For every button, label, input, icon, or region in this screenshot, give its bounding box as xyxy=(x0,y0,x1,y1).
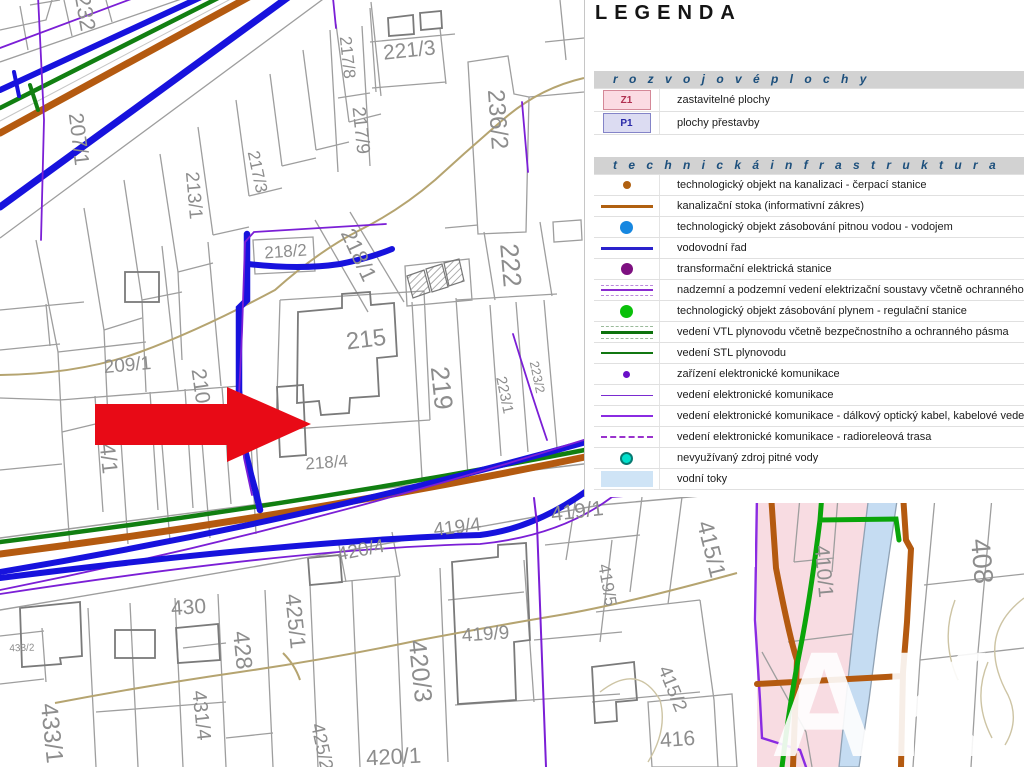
parcel-label: 218/4 xyxy=(305,452,349,474)
parcel-label: 408 xyxy=(965,537,999,585)
zone-p1-swatch: P1 xyxy=(603,113,651,133)
screenshot-root: 232 207/1 213/1 217/3 217/8 221/3 217/9 … xyxy=(0,0,1024,767)
power-line-icon xyxy=(601,285,653,296)
gas-vtl-line-icon xyxy=(601,326,653,339)
parcel-label: 420/1 xyxy=(365,743,421,767)
legend-row: vedení STL plynovodu xyxy=(594,343,1024,364)
telecom-radio-line-icon xyxy=(601,436,653,438)
legend-row-label: zastavitelné plochy xyxy=(660,94,770,106)
legend-row: zařízení elektronické komunikace xyxy=(594,364,1024,385)
parcel-label: 210 xyxy=(187,367,215,405)
legend-row-label: zařízení elektronické komunikace xyxy=(660,368,840,380)
legend-panel: LEGENDA r o z v o j o v é p l o c h y Z1… xyxy=(584,0,1024,497)
parcel-label: 428 xyxy=(228,630,258,671)
telecom-dot-icon xyxy=(623,371,630,378)
legend-row-label: vodovodní řad xyxy=(660,242,747,254)
legend-row-p1: P1 plochy přestavby xyxy=(594,112,1024,135)
legend-row-label: transformační elektrická stanice xyxy=(660,263,832,275)
legend-row-label: kanalizační stoka (informativní zákres) xyxy=(660,200,864,212)
parcel-label: 218/2 xyxy=(264,241,308,263)
gas-station-dot-icon xyxy=(620,305,633,318)
water-main-line-icon xyxy=(601,247,653,250)
legend-row-z1: Z1 zastavitelné plochy xyxy=(594,89,1024,112)
legend-row: technologický objekt zásobování pitnou v… xyxy=(594,217,1024,238)
watermark-text: AK xyxy=(770,620,995,767)
parcel-label: 222 xyxy=(494,242,528,288)
sewer-line-icon xyxy=(601,205,653,208)
legend-row-label: vedení STL plynovodu xyxy=(660,347,786,359)
parcel-label: 433/2 xyxy=(9,643,35,655)
parcel-label: 213/1 xyxy=(181,171,206,220)
legend-row-label: vedení elektronické komunikace xyxy=(660,389,834,401)
transformer-dot-icon xyxy=(621,263,633,275)
legend-row: nadzemní a podzemní vedení elektrizační … xyxy=(594,280,1024,301)
water-reservoir-dot-icon xyxy=(620,221,633,234)
parcel-label: 416 xyxy=(659,727,696,752)
legend-row: technologický objekt na kanalizaci - čer… xyxy=(594,175,1024,196)
legend-row-label: technologický objekt zásobování plynem -… xyxy=(660,305,967,317)
parcel-label: 419/9 xyxy=(461,622,510,646)
legend-row: nevyužívaný zdroj pitné vody xyxy=(594,448,1024,469)
water-area-icon xyxy=(601,471,653,487)
sewer-pump-dot-icon xyxy=(623,181,631,189)
legend-row: vedení elektronické komunikace xyxy=(594,385,1024,406)
legend-row-label: vedení elektronické komunikace - radiore… xyxy=(660,431,931,443)
legend-row: vodovodní řad xyxy=(594,238,1024,259)
parcel-label: 430 xyxy=(170,595,207,620)
legend-row-label: vedení VTL plynovodu včetně bezpečnostní… xyxy=(660,326,1009,338)
unused-water-source-dot-icon xyxy=(620,452,633,465)
parcel-label: 236/2 xyxy=(482,89,513,151)
legend-row-label: technologický objekt na kanalizaci - čer… xyxy=(660,179,926,191)
legend-row: transformační elektrická stanice xyxy=(594,259,1024,280)
legend-section-infrastructure: t e c h n i c k á i n f r a s t r u k t … xyxy=(594,157,1024,174)
parcel-label: 410/1 xyxy=(810,544,837,598)
legend-row-label: vodní toky xyxy=(660,473,727,485)
legend-row-label: nevyužívaný zdroj pitné vody xyxy=(660,452,818,464)
legend-title: LEGENDA xyxy=(595,2,742,25)
legend-row: kanalizační stoka (informativní zákres) xyxy=(594,196,1024,217)
legend-row: vedení elektronické komunikace - dálkový… xyxy=(594,406,1024,427)
parcel-label: 219 xyxy=(425,365,459,411)
legend-row-label: vedení elektronické komunikace - dálkový… xyxy=(660,410,1024,422)
legend-row-label: nadzemní a podzemní vedení elektrizační … xyxy=(660,284,1024,296)
legend-row: technologický objekt zásobování plynem -… xyxy=(594,301,1024,322)
parcel-label: 209/1 xyxy=(103,353,152,378)
legend-row-label: technologický objekt zásobování pitnou v… xyxy=(660,221,953,233)
legend-row: vedení VTL plynovodu včetně bezpečnostní… xyxy=(594,322,1024,343)
legend-row: vodní toky xyxy=(594,469,1024,490)
parcel-label: 215 xyxy=(345,324,388,356)
zone-z1-swatch: Z1 xyxy=(603,90,651,110)
legend-section-development: r o z v o j o v é p l o c h y xyxy=(594,71,1024,88)
legend-row-label: plochy přestavby xyxy=(660,117,760,129)
legend-row: vedení elektronické komunikace - radiore… xyxy=(594,427,1024,448)
telecom-cable-line-icon xyxy=(601,415,653,417)
telecom-line-icon xyxy=(601,395,653,396)
gas-stl-line-icon xyxy=(601,352,653,354)
